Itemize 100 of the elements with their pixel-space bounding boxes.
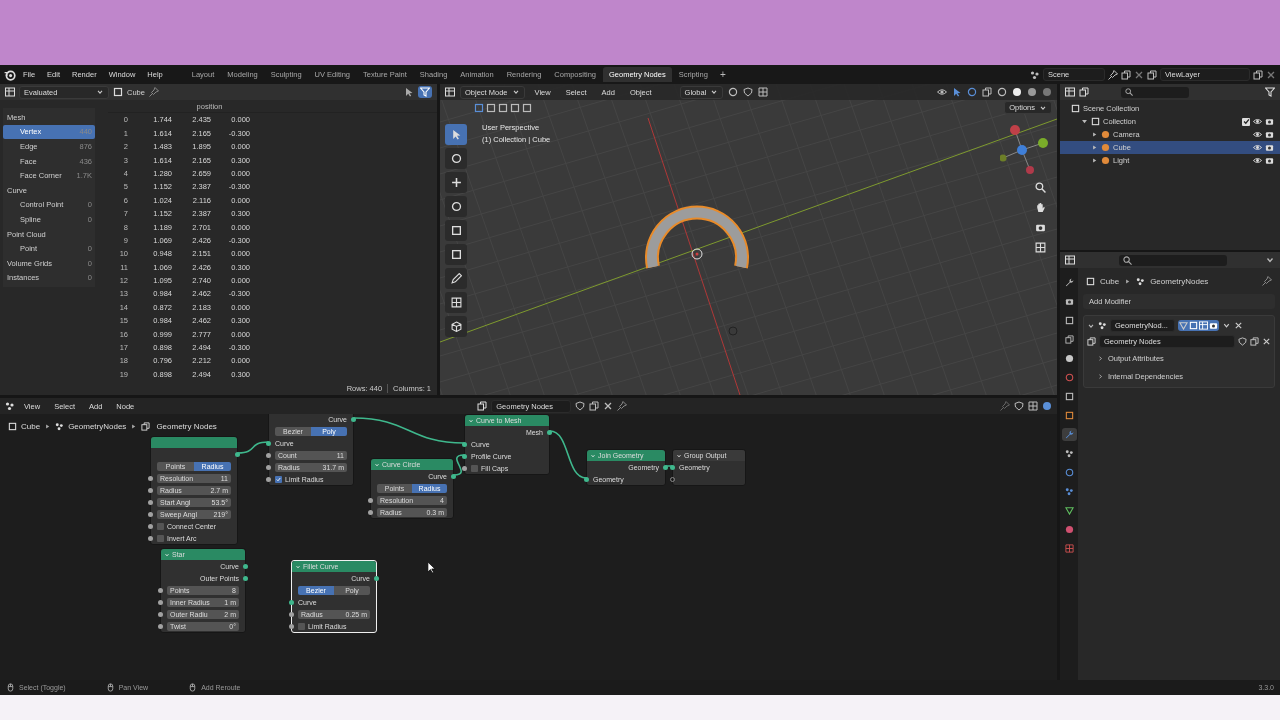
zoom-icon[interactable] [1035, 182, 1046, 193]
render-icon[interactable] [1265, 143, 1274, 152]
solid-shading-icon[interactable] [1012, 87, 1022, 97]
grid-icon[interactable] [1035, 242, 1046, 253]
checkbox[interactable] [298, 622, 305, 630]
socket-icon[interactable] [374, 575, 379, 581]
tool-button[interactable] [445, 268, 467, 289]
filter-icon[interactable] [1265, 87, 1275, 97]
eye-icon[interactable] [937, 87, 947, 97]
copy-icon[interactable] [589, 401, 600, 411]
socket-icon[interactable] [584, 476, 589, 482]
material-shading-icon[interactable] [1027, 87, 1037, 97]
chevron-icon [710, 88, 719, 96]
edit-cage-icon[interactable] [1179, 321, 1188, 330]
collapse-icon[interactable] [1087, 321, 1095, 330]
checkbox[interactable] [471, 464, 478, 472]
pin-icon[interactable] [1262, 276, 1272, 286]
tool-button[interactable] [445, 316, 467, 337]
breadcrumb-item[interactable]: Cube [1100, 276, 1120, 286]
grid-icon[interactable] [1028, 401, 1038, 411]
checkbox[interactable] [157, 522, 164, 530]
editor-type-icon[interactable] [1065, 255, 1075, 265]
search-field[interactable] [1121, 86, 1189, 98]
pivot-icon[interactable] [728, 87, 739, 97]
navigation-gizmo[interactable] [1000, 122, 1050, 177]
copy-icon[interactable] [1253, 69, 1263, 80]
render-icon[interactable] [1265, 117, 1274, 126]
pin-icon[interactable] [617, 401, 628, 411]
copy-icon[interactable] [1121, 69, 1131, 80]
visibility-icon[interactable] [1253, 143, 1262, 152]
tool-button[interactable] [445, 220, 467, 241]
selection-filter-icon[interactable] [404, 87, 414, 97]
snap-icon[interactable] [1014, 401, 1024, 411]
blender-logo-icon[interactable] [4, 68, 16, 81]
breadcrumb-item[interactable]: GeometryNodes [68, 422, 127, 431]
hand-icon[interactable] [1035, 202, 1046, 213]
breadcrumb-item[interactable]: Geometry Nodes [156, 422, 217, 431]
options-icon[interactable] [1265, 255, 1275, 265]
breadcrumb-item[interactable]: Cube [21, 422, 41, 431]
editor-type-icon[interactable] [5, 87, 15, 97]
render-icon[interactable] [1265, 130, 1274, 139]
close-icon[interactable] [603, 401, 614, 411]
checkbox[interactable] [157, 534, 164, 542]
filter-button[interactable] [418, 86, 432, 98]
node-header[interactable] [151, 437, 237, 448]
tool-button[interactable] [445, 292, 467, 313]
dropdown-icon[interactable] [1222, 321, 1231, 330]
select-mode-icon[interactable] [498, 102, 508, 113]
node-tree-icon[interactable] [477, 401, 488, 411]
breadcrumb-item[interactable]: GeometryNodes [1150, 276, 1209, 286]
wireframe-icon[interactable] [997, 87, 1007, 97]
viewport-icon[interactable] [1199, 321, 1208, 330]
copy-icon[interactable] [1250, 337, 1259, 346]
visibility-icon[interactable] [1253, 156, 1262, 165]
search-field[interactable] [1119, 254, 1227, 266]
node-tree-icon[interactable] [1087, 337, 1096, 346]
close-icon[interactable] [1234, 321, 1243, 330]
render-shading-icon[interactable] [1042, 87, 1052, 97]
collapse-icon[interactable] [676, 452, 682, 459]
tool-button[interactable] [445, 124, 467, 145]
pin-icon[interactable] [1108, 69, 1118, 80]
editor-type-icon[interactable] [1065, 87, 1075, 97]
scene-icon[interactable] [1030, 69, 1040, 80]
select-mode-icon[interactable] [474, 102, 484, 113]
tool-button[interactable] [445, 244, 467, 265]
socket-icon[interactable] [351, 416, 356, 422]
close-icon[interactable] [1134, 69, 1144, 80]
search-icon [1123, 255, 1132, 265]
gizmo-icon[interactable] [952, 87, 962, 97]
add-workspace-button[interactable]: + [714, 69, 731, 80]
checkbox[interactable] [275, 475, 282, 483]
editor-type-icon[interactable] [445, 87, 455, 97]
render-icon[interactable] [1265, 156, 1274, 165]
socket-icon[interactable] [547, 429, 552, 435]
visibility-icon[interactable] [1253, 130, 1262, 139]
xray-icon[interactable] [982, 87, 992, 97]
snap-icon[interactable] [743, 87, 754, 97]
visibility-icon[interactable] [1253, 117, 1262, 126]
select-mode-icon[interactable] [486, 102, 496, 113]
display-mode-icon[interactable] [1079, 87, 1089, 97]
edit-mode-icon[interactable] [1189, 321, 1198, 330]
overlay-icon[interactable] [967, 87, 977, 97]
socket-icon[interactable] [235, 451, 240, 457]
overlay-icon[interactable] [1042, 401, 1052, 411]
close-icon[interactable] [1262, 337, 1271, 346]
parent-icon[interactable] [1000, 401, 1010, 411]
view-layer-icon[interactable] [1147, 69, 1157, 80]
tool-button[interactable] [445, 196, 467, 217]
select-mode-icon[interactable] [510, 102, 520, 113]
checkbox[interactable] [1242, 117, 1250, 126]
editor-type-icon[interactable] [5, 401, 15, 411]
fake-user-icon[interactable] [575, 401, 586, 411]
camera-icon[interactable] [1035, 222, 1046, 233]
select-mode-icon[interactable] [522, 102, 532, 113]
tool-button[interactable] [445, 148, 467, 169]
render-icon[interactable] [1209, 321, 1218, 330]
grid-icon[interactable] [758, 87, 769, 97]
fake-user-icon[interactable] [1238, 337, 1247, 346]
tool-button[interactable] [445, 172, 467, 193]
close-icon[interactable] [1266, 69, 1276, 80]
